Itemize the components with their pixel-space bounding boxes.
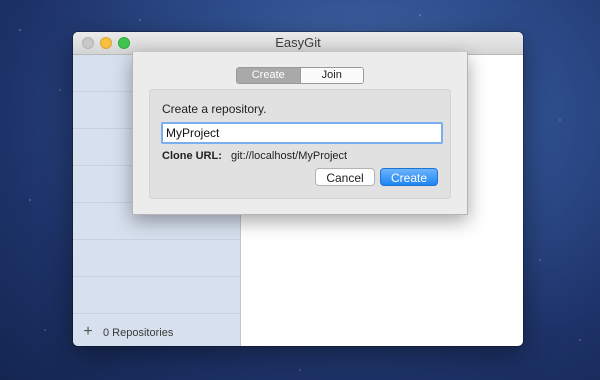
create-prompt: Create a repository. xyxy=(162,102,267,116)
clone-url-value: git://localhost/MyProject xyxy=(230,150,348,162)
cancel-button[interactable]: Cancel xyxy=(315,168,375,186)
close-window-button[interactable] xyxy=(82,37,94,49)
create-panel: Create a repository. Clone URL: git://lo… xyxy=(149,89,451,199)
sidebar-row xyxy=(73,240,240,277)
sidebar-footer: + 0 Repositories xyxy=(73,320,240,346)
repository-name-input[interactable] xyxy=(161,122,443,144)
repository-count: 0 Repositories xyxy=(103,327,174,339)
create-button[interactable]: Create xyxy=(380,168,438,186)
mode-segmented-control: Create Join xyxy=(236,67,364,84)
sidebar-row xyxy=(73,277,240,314)
zoom-window-button[interactable] xyxy=(118,37,130,49)
clone-url-label: Clone URL: xyxy=(162,150,222,162)
plus-icon[interactable]: + xyxy=(81,320,95,346)
tab-join[interactable]: Join xyxy=(299,68,363,83)
create-repository-sheet: Create Join Create a repository. Clone U… xyxy=(132,52,468,215)
minimize-window-button[interactable] xyxy=(100,37,112,49)
tab-create[interactable]: Create xyxy=(237,68,300,83)
window-title: EasyGit xyxy=(275,35,321,50)
clone-url-row: Clone URL: git://localhost/MyProject xyxy=(162,150,347,162)
